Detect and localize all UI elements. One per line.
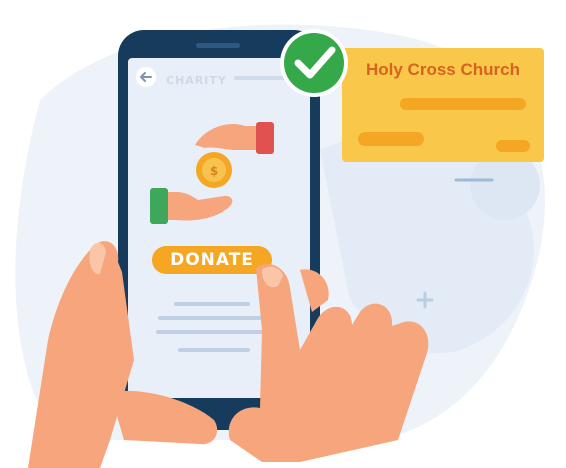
app-title: CHARITY: [166, 74, 227, 87]
back-button[interactable]: [136, 67, 156, 87]
checkmark-icon: [280, 29, 348, 97]
donate-button[interactable]: [152, 246, 272, 274]
card-expiry-bar: [358, 132, 424, 146]
card-cvv-bar: [496, 140, 530, 152]
card-number-bar: [400, 98, 526, 110]
svg-text:$: $: [210, 164, 218, 178]
phone-speaker: [196, 43, 240, 48]
card-church-name: Holy Cross Church: [366, 60, 520, 79]
dollar-coin-icon: $: [196, 152, 232, 188]
